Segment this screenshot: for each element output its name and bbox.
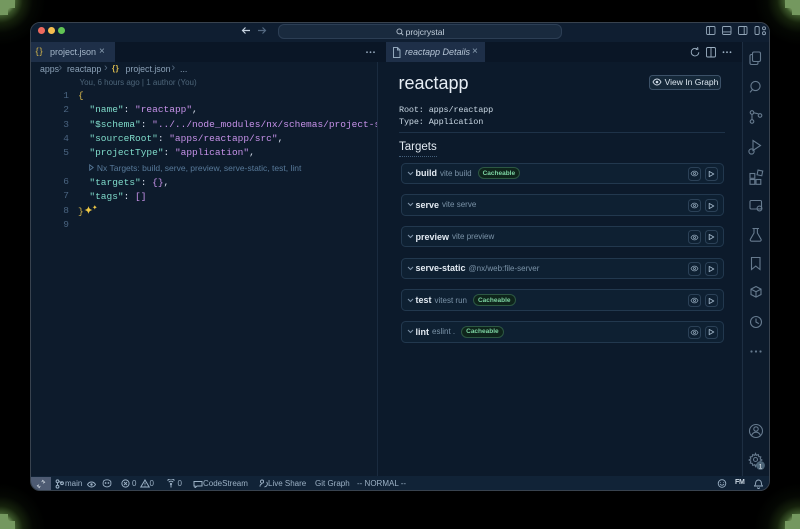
svg-text:1: 1 [759, 463, 763, 470]
